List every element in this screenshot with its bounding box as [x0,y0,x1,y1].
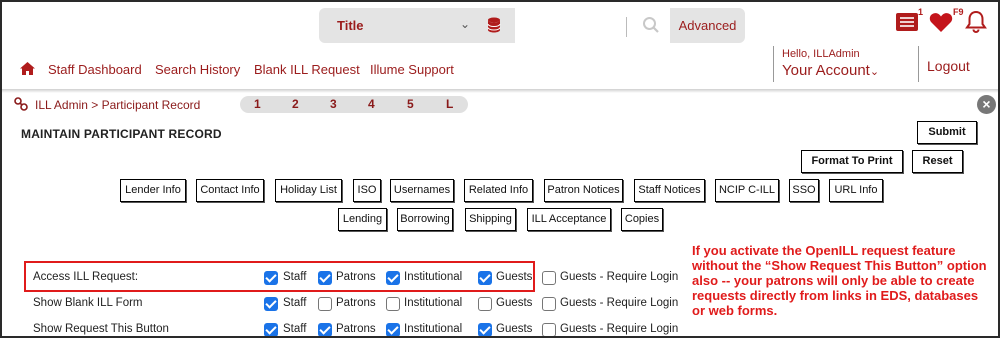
annotation-note: If you activate the OpenILL request feat… [692,243,987,318]
setting-row-label: Show Blank ILL Form [33,297,143,309]
page-tab-3[interactable]: 3 [330,97,337,111]
checkbox-patrons[interactable] [318,297,332,311]
section-lending[interactable]: Lending [338,208,387,231]
heart-icon[interactable] [929,12,953,38]
logout-area: Logout [918,46,988,82]
checkbox-staff[interactable] [264,271,278,285]
close-icon[interactable]: × [977,95,996,114]
page-tab-2[interactable]: 2 [292,97,299,111]
checkbox-label: Staff [283,323,307,335]
checkbox-label: Staff [283,271,307,283]
record-page-tabs: 1 2 3 4 5 L [240,96,468,113]
app-window: Title ⌄ Advanced 1 F9 Staff Dashboard Se… [0,0,1000,338]
checkbox-label: Patrons [336,297,376,309]
section-patron-notices[interactable]: Patron Notices [544,179,623,202]
header-divider [2,89,998,93]
section-shipping[interactable]: Shipping [465,208,516,231]
search-scope-value: Title [337,18,364,33]
search-icon[interactable] [642,16,660,39]
checkbox-label: Guests [496,323,533,335]
checkbox-label: Institutional [404,297,463,309]
section-lender-info[interactable]: Lender Info [120,179,186,202]
checkbox-label: Guests - Require Login [560,271,679,283]
chevron-down-icon: ⌄ [460,17,471,31]
checkbox-label: Guests [496,271,533,283]
bell-icon[interactable] [964,10,988,39]
checkbox-guests-require-login[interactable] [542,271,556,285]
nav-staff-dashboard[interactable]: Staff Dashboard [48,62,142,77]
checkbox-institutional[interactable] [386,323,400,336]
page-tab-5[interactable]: 5 [407,97,414,111]
notifications-badge: 1 [918,7,924,17]
requests-list-icon[interactable] [895,11,919,38]
section-ill-acceptance[interactable]: ILL Acceptance [527,208,611,231]
checkbox-guests-require-login[interactable] [542,323,556,336]
section-iso[interactable]: ISO [353,179,381,202]
account-label: Your Account [782,62,870,79]
reset-button[interactable]: Reset [912,150,963,173]
page-tab-4[interactable]: 4 [368,97,375,111]
checkbox-label: Guests - Require Login [560,323,679,335]
nav-search-history[interactable]: Search History [155,62,240,77]
section-sso[interactable]: SSO [789,179,819,202]
divider [626,17,627,37]
home-icon[interactable] [20,62,35,78]
page-title: MAINTAIN PARTICIPANT RECORD [21,127,222,141]
greeting-text: Hello, ILLAdmin [782,48,860,60]
setting-row-label: Show Request This Button [33,323,169,335]
favorites-badge: F9 [953,7,964,17]
section-usernames[interactable]: Usernames [390,179,454,202]
section-contact-info[interactable]: Contact Info [196,179,264,202]
page-tab-l[interactable]: L [446,97,453,111]
checkbox-label: Guests - Require Login [560,297,679,309]
chevron-down-icon: ⌄ [869,66,880,78]
checkbox-guests[interactable] [478,297,492,311]
checkbox-staff[interactable] [264,297,278,311]
section-ncip-c-ill[interactable]: NCIP C-ILL [715,179,779,202]
submit-button[interactable]: Submit [917,121,977,144]
checkbox-guests[interactable] [478,271,492,285]
section-url-info[interactable]: URL Info [829,179,883,202]
checkbox-institutional[interactable] [386,297,400,311]
database-icon[interactable] [487,17,501,38]
breadcrumb: ILL Admin > Participant Record [35,98,201,112]
nav-illume-support[interactable]: Illume Support [370,62,454,77]
checkbox-staff[interactable] [264,323,278,336]
link-icon [14,97,28,116]
section-borrowing[interactable]: Borrowing [397,208,453,231]
checkbox-patrons[interactable] [318,271,332,285]
checkbox-label: Institutional [404,271,463,283]
checkbox-label: Staff [283,297,307,309]
account-menu[interactable]: Hello, ILLAdmin Your Account⌄ [773,46,918,82]
checkbox-label: Patrons [336,271,376,283]
checkbox-institutional[interactable] [386,271,400,285]
advanced-search-button[interactable]: Advanced [670,8,745,43]
checkbox-patrons[interactable] [318,323,332,336]
nav-blank-ill-request[interactable]: Blank ILL Request [254,62,360,77]
checkbox-label: Institutional [404,323,463,335]
account-dropdown[interactable]: Your Account⌄ [782,62,879,79]
checkbox-guests[interactable] [478,323,492,336]
section-holiday-list[interactable]: Holiday List [275,179,342,202]
checkbox-guests-require-login[interactable] [542,297,556,311]
section-staff-notices[interactable]: Staff Notices [634,179,705,202]
logout-link[interactable]: Logout [927,58,970,74]
checkbox-label: Patrons [336,323,376,335]
section-related-info[interactable]: Related Info [464,179,533,202]
page-tab-1[interactable]: 1 [254,97,261,111]
section-copies[interactable]: Copies [621,208,663,231]
format-to-print-button[interactable]: Format To Print [801,150,903,173]
checkbox-label: Guests [496,297,533,309]
search-scope-select[interactable]: Title ⌄ [319,8,515,43]
setting-row-label: Access ILL Request: [33,271,139,283]
